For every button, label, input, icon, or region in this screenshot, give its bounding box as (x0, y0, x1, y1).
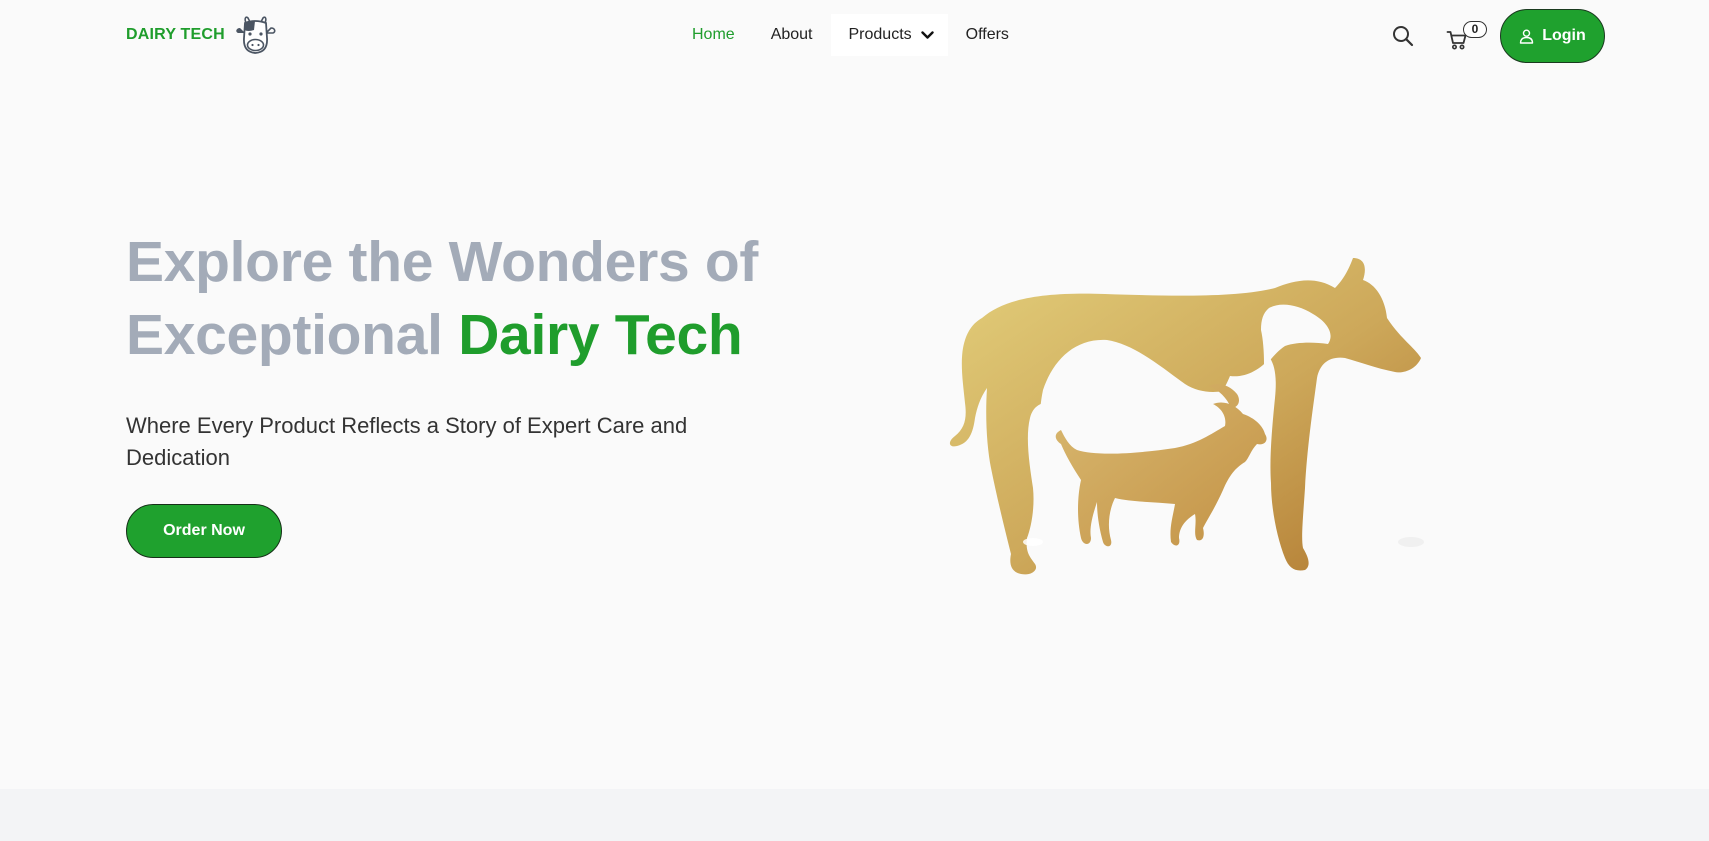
cow-head-icon (236, 16, 276, 54)
user-icon (1520, 28, 1534, 44)
site-header: DAIRY TECH Home About Products Offers 0 … (0, 0, 1709, 72)
page: DAIRY TECH Home About Products Offers 0 … (0, 0, 1709, 841)
hero-title: Explore the Wonders of Exceptional Dairy… (126, 226, 806, 372)
cart-count-badge: 0 (1463, 21, 1487, 38)
nav-offers[interactable]: Offers (948, 14, 1027, 56)
brand-logo-link[interactable]: DAIRY TECH (126, 14, 277, 56)
order-now-button[interactable]: Order Now (126, 504, 282, 558)
cart-button[interactable]: 0 (1443, 16, 1487, 56)
hero-title-accent: Dairy Tech (458, 303, 743, 367)
main-nav: Home About Products Offers (682, 14, 1027, 56)
login-label: Login (1542, 27, 1586, 44)
nav-about[interactable]: About (753, 14, 831, 56)
hero-title-line1: Explore the Wonders of (126, 230, 759, 294)
brand-name: DAIRY TECH (126, 26, 225, 43)
cow-goat-illustration (935, 258, 1485, 618)
search-button[interactable] (1389, 22, 1417, 50)
hero-title-line2-prefix: Exceptional (126, 303, 443, 367)
search-icon (1393, 26, 1414, 47)
nav-home[interactable]: Home (682, 14, 753, 56)
header-actions: 0 Login (1389, 9, 1605, 63)
chevron-down-icon (920, 30, 934, 39)
login-button[interactable]: Login (1500, 9, 1605, 63)
nav-products-dropdown[interactable]: Products (830, 14, 948, 56)
hero-subtitle: Where Every Product Reflects a Story of … (126, 413, 688, 470)
cow-goat-silhouette-image (949, 258, 1424, 575)
nav-products-label: Products (848, 26, 912, 43)
section-divider-strip (0, 789, 1709, 841)
